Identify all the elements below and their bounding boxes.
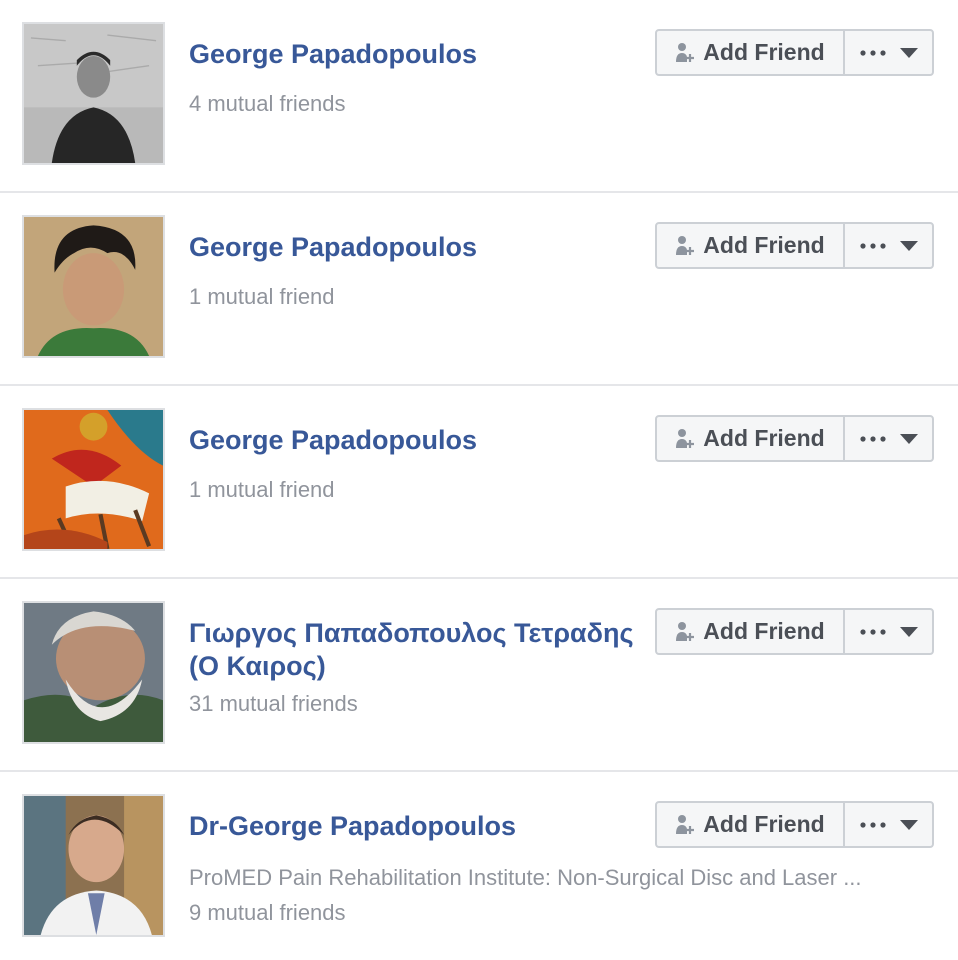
chevron-down-icon — [899, 626, 918, 637]
friend-actions: Add Friend — [655, 222, 934, 269]
more-options-icon — [859, 628, 886, 635]
chevron-down-icon — [899, 433, 918, 444]
add-friend-label: Add Friend — [703, 811, 825, 837]
add-friend-button[interactable]: Add Friend — [657, 803, 845, 846]
person-name-link[interactable]: Dr-George Papadopoulos — [189, 810, 649, 843]
person-name-link[interactable]: George Papadopoulos — [189, 231, 649, 264]
list-item: George Papadopoulos 4 mutual friends Add… — [0, 0, 958, 193]
mutual-friends-count[interactable]: 1 mutual friend — [189, 476, 335, 504]
add-friend-label: Add Friend — [703, 425, 825, 451]
chevron-down-icon — [899, 819, 918, 830]
more-options-icon — [859, 435, 886, 442]
add-friend-button[interactable]: Add Friend — [657, 224, 845, 267]
mutual-friends-count[interactable]: 1 mutual friend — [189, 283, 335, 311]
add-friend-button[interactable]: Add Friend — [657, 31, 845, 74]
work-info: ProMED Pain Rehabilitation Institute: No… — [189, 865, 862, 890]
add-friend-icon — [675, 621, 695, 643]
add-friend-label: Add Friend — [703, 618, 825, 644]
person-name-link[interactable]: Γιωργος Παπαδοπουλος Τετραδης (Ο Καιρος) — [189, 617, 649, 683]
list-item: George Papadopoulos 1 mutual friend Add … — [0, 193, 958, 386]
list-item: Dr-George Papadopoulos ProMED Pain Rehab… — [0, 772, 958, 960]
add-friend-label: Add Friend — [703, 232, 825, 258]
chevron-down-icon — [899, 47, 918, 58]
profile-photo[interactable] — [22, 408, 165, 551]
person-name-link[interactable]: George Papadopoulos — [189, 38, 649, 71]
more-options-icon — [859, 49, 886, 56]
add-friend-button[interactable]: Add Friend — [657, 610, 845, 653]
friend-actions: Add Friend — [655, 608, 934, 655]
more-options-button[interactable] — [845, 31, 932, 74]
mutual-friends-count[interactable]: 4 mutual friends — [189, 90, 346, 118]
more-options-icon — [859, 821, 886, 828]
more-options-button[interactable] — [845, 417, 932, 460]
profile-photo[interactable] — [22, 215, 165, 358]
add-friend-icon — [675, 814, 695, 836]
more-options-icon — [859, 242, 886, 249]
more-options-button[interactable] — [845, 803, 932, 846]
profile-photo[interactable] — [22, 601, 165, 744]
add-friend-button[interactable]: Add Friend — [657, 417, 845, 460]
more-options-button[interactable] — [845, 610, 932, 653]
add-friend-icon — [675, 235, 695, 257]
friend-actions: Add Friend — [655, 29, 934, 76]
mutual-friends-count[interactable]: 9 mutual friends — [189, 899, 346, 927]
more-options-button[interactable] — [845, 224, 932, 267]
friend-actions: Add Friend — [655, 415, 934, 462]
mutual-friends-count[interactable]: 31 mutual friends — [189, 690, 358, 718]
person-name-link[interactable]: George Papadopoulos — [189, 424, 649, 457]
profile-photo[interactable] — [22, 794, 165, 937]
list-item: Γιωργος Παπαδοπουλος Τετραδης (Ο Καιρος)… — [0, 579, 958, 772]
add-friend-icon — [675, 428, 695, 450]
list-item: George Papadopoulos 1 mutual friend Add … — [0, 386, 958, 579]
add-friend-label: Add Friend — [703, 39, 825, 65]
add-friend-icon — [675, 42, 695, 64]
friend-actions: Add Friend — [655, 801, 934, 848]
chevron-down-icon — [899, 240, 918, 251]
profile-photo[interactable] — [22, 22, 165, 165]
